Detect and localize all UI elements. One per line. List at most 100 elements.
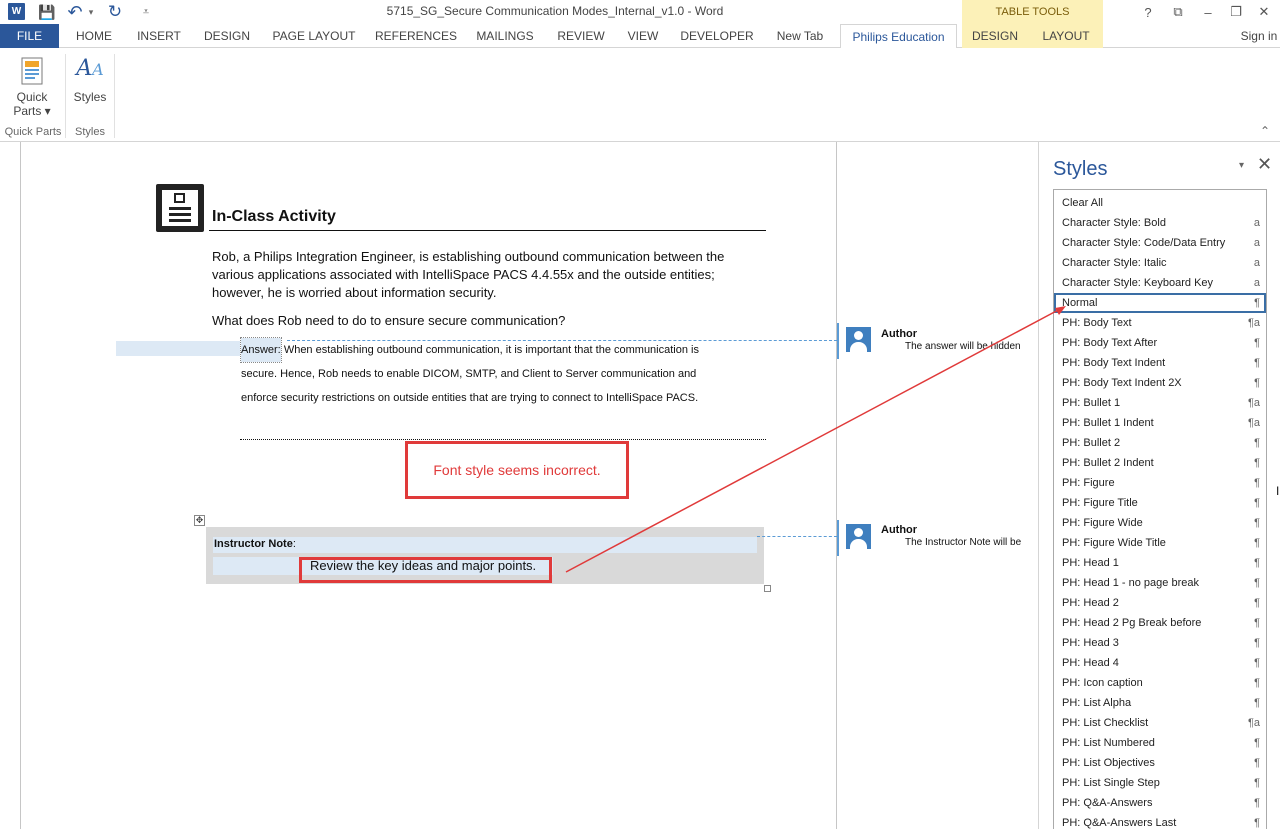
close-button[interactable]: ✕ [1250,2,1278,22]
style-item-label: PH: List Objectives [1062,757,1155,769]
style-item[interactable]: PH: Head 4 ¶ [1054,653,1266,673]
style-item[interactable]: Character Style: Keyboard Key a [1054,273,1266,293]
minimize-button[interactable]: – [1194,2,1222,22]
style-item[interactable]: PH: Head 3 ¶ [1054,633,1266,653]
style-item[interactable]: PH: Q&A-Answers Last ¶ [1054,813,1266,829]
answer-paragraph: Answer: When establishing outbound commu… [240,337,771,410]
tab-home[interactable]: HOME [66,24,122,48]
comment-text[interactable]: The answer will be hidden, [905,341,1021,352]
sign-in-link[interactable]: Sign in [1238,24,1280,48]
style-item[interactable]: PH: Head 2 ¶ [1054,593,1266,613]
style-item[interactable]: PH: List Alpha ¶ [1054,693,1266,713]
style-item[interactable]: PH: Head 2 Pg Break before ¶ [1054,613,1266,633]
quick-parts-button[interactable]: Quick Parts ▾ [6,54,58,118]
style-type-icon: ¶ [1254,377,1260,389]
restore-button[interactable]: ❐ [1222,2,1250,22]
comment-author[interactable]: Author [881,328,917,340]
style-item-label: PH: Head 1 [1062,557,1119,569]
collapse-ribbon-icon[interactable]: ⌃ [1260,124,1270,138]
style-item[interactable]: PH: List Numbered ¶ [1054,733,1266,753]
answer-label: Answer: [240,337,282,363]
table-move-handle-icon[interactable]: ✥ [194,515,205,526]
style-type-icon: ¶ [1254,757,1260,769]
tab-view[interactable]: VIEW [620,24,666,48]
style-type-icon: ¶ [1254,637,1260,649]
style-item[interactable]: PH: Figure Wide ¶ [1054,513,1266,533]
style-item[interactable]: Character Style: Code/Data Entry a [1054,233,1266,253]
style-item-label: PH: List Single Step [1062,777,1160,789]
style-type-icon: ¶ [1254,537,1260,549]
style-type-icon: ¶ [1254,737,1260,749]
style-item-label: Character Style: Keyboard Key [1062,277,1214,289]
document-area[interactable]: In-Class Activity Rob, a Philips Integra… [0,142,1038,829]
style-item[interactable]: PH: List Single Step ¶ [1054,773,1266,793]
comment-author[interactable]: Author [881,524,917,536]
ribbon-panel: Quick Parts ▾ Quick Parts AA Styles Styl… [0,48,1280,142]
annotation-callout-text: Font style seems incorrect. [433,462,601,478]
quick-parts-label-2: Parts ▾ [13,104,51,118]
style-item[interactable]: PH: Head 1 - no page break ¶ [1054,573,1266,593]
style-item[interactable]: PH: Head 1 ¶ [1054,553,1266,573]
style-item[interactable]: PH: Body Text Indent 2X ¶ [1054,373,1266,393]
tab-design[interactable]: DESIGN [198,24,256,48]
tab-mailings[interactable]: MAILINGS [468,24,542,48]
style-item[interactable]: Character Style: Bold a [1054,213,1266,233]
style-item[interactable]: PH: Body Text ¶a [1054,313,1266,333]
style-item[interactable]: PH: List Objectives ¶ [1054,753,1266,773]
style-item[interactable]: PH: Bullet 2 Indent ¶ [1054,453,1266,473]
tab-references[interactable]: REFERENCES [372,24,460,48]
tab-insert[interactable]: INSERT [131,24,187,48]
ribbon-options-button[interactable]: ⧉ [1164,2,1192,22]
style-item[interactable]: Character Style: Italic a [1054,253,1266,273]
styles-button[interactable]: AA Styles [70,54,110,104]
tab-new-tab[interactable]: New Tab [768,24,832,48]
style-item[interactable]: PH: Icon caption ¶ [1054,673,1266,693]
page-edge [20,142,21,829]
style-item-label: PH: Icon caption [1062,677,1143,689]
styles-icon: AA [76,56,104,81]
answer-line-1: When establishing outbound communication… [283,344,699,356]
tab-developer[interactable]: DEVELOPER [676,24,758,48]
style-item-label: PH: Bullet 1 [1062,397,1121,409]
help-button[interactable]: ? [1134,2,1162,22]
avatar-icon [846,327,871,352]
answer-line-2: secure. Hence, Rob needs to enable DICOM… [241,368,697,380]
style-item[interactable]: PH: List Checklist ¶a [1054,713,1266,733]
comment-text[interactable]: The Instructor Note will be [905,537,1021,548]
style-item[interactable]: PH: Figure Wide Title ¶ [1054,533,1266,553]
comment-connector-line [757,536,837,537]
pane-options-icon[interactable]: ▾ [1239,160,1244,171]
annotation-box-review [299,557,552,583]
style-item-label: Character Style: Italic [1062,257,1167,269]
style-item-label: PH: List Checklist [1062,717,1149,729]
quick-parts-label: Quick [16,90,48,104]
style-item[interactable]: PH: Figure ¶ [1054,473,1266,493]
style-item[interactable]: Normal ¶ [1054,293,1266,313]
style-item-label: Character Style: Bold [1062,217,1166,229]
styles-button-label: Styles [73,90,107,104]
style-item[interactable]: PH: Body Text Indent ¶ [1054,353,1266,373]
style-item[interactable]: PH: Q&A-Answers ¶ [1054,793,1266,813]
style-type-icon: ¶ [1254,477,1260,489]
style-item-label: Clear All [1062,197,1103,209]
style-type-icon: ¶ [1254,557,1260,569]
style-item[interactable]: PH: Figure Title ¶ [1054,493,1266,513]
question-text: What does Rob need to do to ensure secur… [212,313,566,328]
activity-checklist-icon [156,184,204,232]
tab-file[interactable]: FILE [0,24,59,48]
style-item[interactable]: PH: Bullet 2 ¶ [1054,433,1266,453]
group-label-styles: Styles [75,126,105,138]
ribbon-tabs: FILE HOME INSERT DESIGN PAGE LAYOUT REFE… [0,24,1280,49]
style-item[interactable]: PH: Body Text After ¶ [1054,333,1266,353]
pane-close-icon[interactable]: ✕ [1257,154,1272,175]
style-item[interactable]: Clear All [1054,193,1266,213]
avatar-icon [846,524,871,549]
table-resize-handle[interactable] [764,585,771,592]
tab-review[interactable]: REVIEW [552,24,610,48]
tab-table-layout[interactable]: LAYOUT [1034,24,1098,48]
tab-page-layout[interactable]: PAGE LAYOUT [266,24,362,48]
tab-philips-education[interactable]: Philips Education [840,24,957,49]
tab-table-design[interactable]: DESIGN [968,24,1022,48]
style-item[interactable]: PH: Bullet 1 Indent ¶a [1054,413,1266,433]
style-item[interactable]: PH: Bullet 1 ¶a [1054,393,1266,413]
